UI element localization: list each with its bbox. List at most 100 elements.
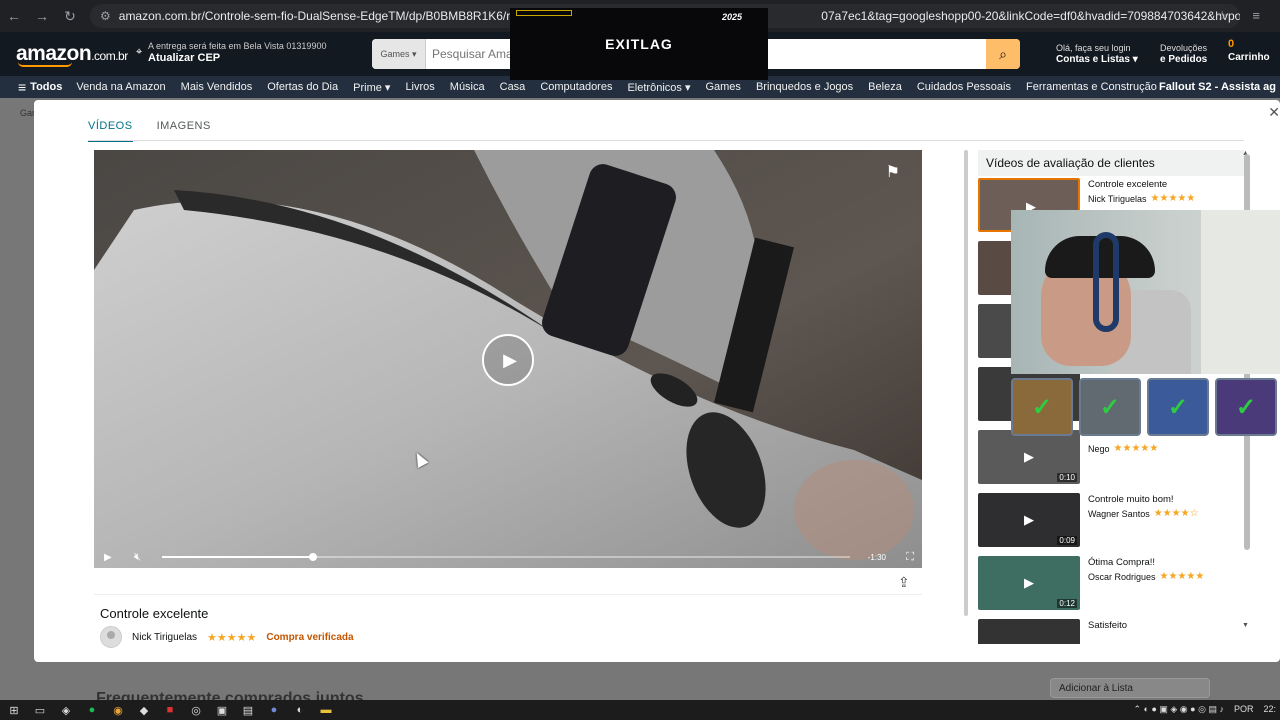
scroll-down-icon[interactable]: ▼ bbox=[1242, 622, 1249, 629]
tab-imagens[interactable]: IMAGENS bbox=[157, 120, 211, 142]
reload-icon[interactable]: ↻ bbox=[56, 0, 84, 32]
list-item[interactable]: Satisfeito bbox=[978, 619, 1244, 644]
language-indicator[interactable]: POR bbox=[1234, 704, 1254, 715]
player-controls: ▶ 🔇︎ -1:30 ⛶ bbox=[94, 546, 922, 568]
logo-tld: .com.br bbox=[91, 49, 128, 63]
play-pause-icon[interactable]: ▶ bbox=[104, 552, 112, 563]
list-item-author: Wagner Santos bbox=[1088, 509, 1150, 519]
check-icon: ✓ bbox=[1147, 378, 1209, 436]
clock[interactable]: 22: bbox=[1263, 704, 1276, 715]
nav-item-ferramentas[interactable]: Ferramentas e Construção bbox=[1026, 81, 1157, 93]
bookmark-star-icon[interactable]: ☆ bbox=[1216, 8, 1228, 24]
reviewer-name[interactable]: Nick Tiriguelas bbox=[132, 632, 197, 643]
location-pin-icon: ⌖ bbox=[136, 46, 143, 58]
site-info-icon[interactable]: ⚙ bbox=[100, 9, 111, 23]
nav-item-casa[interactable]: Casa bbox=[500, 81, 526, 93]
extensions-icon[interactable]: ≡ bbox=[1252, 8, 1260, 23]
video-player[interactable]: ⚑ ▶ ▶ 🔇︎ -1:30 ⛶ bbox=[94, 150, 922, 568]
cart-icon[interactable]: 0 Carrinho bbox=[1228, 38, 1270, 64]
account-lists[interactable]: Olá, faça seu login Contas e Listas ▾ bbox=[1056, 42, 1138, 66]
nav-item-cuidados[interactable]: Cuidados Pessoais bbox=[917, 81, 1011, 93]
video-thumbnail[interactable]: ▶ 0:09 bbox=[978, 493, 1080, 547]
windows-start-icon[interactable]: ⊞ bbox=[6, 702, 22, 718]
all-menu-label: Todos bbox=[30, 81, 63, 93]
windows-taskbar: ⊞ ▭ ◈ ● ◉ ◆ ■ ◎ ▣ ▤ ● ◐ ▬ ⌃ ◐ ● ▣ ◈ ◉ ● … bbox=[0, 700, 1280, 720]
video-thumbnail[interactable] bbox=[978, 619, 1080, 644]
nav-item-musica[interactable]: Música bbox=[450, 81, 485, 93]
account-line1: Olá, faça seu login bbox=[1056, 43, 1131, 53]
chrome-icon[interactable]: ◉ bbox=[110, 702, 126, 718]
nav-promo-link[interactable]: Fallout S2 - Assista ag bbox=[1159, 76, 1280, 98]
deliver-to[interactable]: ⌖ A entrega será feita em Bela Vista 013… bbox=[136, 40, 326, 64]
forward-icon[interactable]: → bbox=[28, 0, 56, 32]
hamburger-icon: ≡ bbox=[18, 79, 27, 95]
nav-item-prime[interactable]: Prime ▾ bbox=[353, 81, 390, 94]
list-item-meta: Ótima Compra!! Oscar Rodrigues ★★★★★ bbox=[1080, 556, 1204, 612]
nav-item-ofertas[interactable]: Ofertas do Dia bbox=[267, 81, 338, 93]
progress-knob[interactable] bbox=[309, 553, 318, 561]
video-thumbnail[interactable]: ▶ 0:10 bbox=[978, 430, 1080, 484]
nav-item-computadores[interactable]: Computadores bbox=[540, 81, 612, 93]
play-button[interactable]: ▶ bbox=[482, 334, 534, 386]
nav-item-eletronicos-label: Eletrônicos bbox=[627, 81, 682, 94]
search-category-select[interactable]: Games ▾ bbox=[372, 39, 426, 69]
nav-item-brinquedos[interactable]: Brinquedos e Jogos bbox=[756, 81, 853, 93]
share-icon[interactable]: ⇪ bbox=[898, 574, 910, 591]
discord-icon[interactable]: ● bbox=[266, 702, 282, 718]
orders-line1: Devoluções bbox=[1160, 43, 1208, 53]
spotify-icon[interactable]: ● bbox=[84, 702, 100, 718]
panel-scrollbar[interactable] bbox=[964, 150, 968, 616]
back-icon[interactable]: ← bbox=[0, 0, 28, 32]
folder-icon[interactable]: ▬ bbox=[318, 702, 334, 718]
nav-item-livros[interactable]: Livros bbox=[405, 81, 434, 93]
play-icon: ▶ bbox=[503, 349, 517, 370]
nav-item-eletronicos[interactable]: Eletrônicos ▾ bbox=[627, 81, 690, 94]
close-icon[interactable]: ✕ bbox=[1268, 104, 1280, 121]
tray-icons[interactable]: ⌃ ◐ ● ▣ ◈ ◉ ● ◎ ▤ ♪ bbox=[1133, 704, 1224, 715]
nav-item-venda[interactable]: Venda na Amazon bbox=[76, 81, 165, 93]
app-icon[interactable]: ■ bbox=[162, 702, 178, 718]
exitlag-overlay: 2025 EXITLAG bbox=[510, 8, 768, 80]
progress-track[interactable] bbox=[162, 553, 850, 561]
app-icon[interactable]: ◎ bbox=[188, 702, 204, 718]
video-duration: 0:10 bbox=[1057, 473, 1077, 482]
url-text: amazon.com.br/Controle-sem-fio-DualSense… bbox=[118, 9, 560, 23]
list-item-stars: ★★★★★ bbox=[1150, 193, 1196, 204]
returns-orders[interactable]: Devoluções e Pedidos bbox=[1160, 42, 1207, 66]
mute-icon[interactable]: 🔇︎ bbox=[134, 551, 141, 564]
all-menu-button[interactable]: ≡ Todos bbox=[0, 79, 76, 95]
list-item[interactable]: ▶ 0:09 Controle muito bom! Wagner Santos ★… bbox=[978, 493, 1244, 549]
report-flag-icon[interactable]: ⚑ bbox=[886, 162, 900, 182]
add-to-list-button[interactable]: Adicionar à Lista bbox=[1050, 678, 1210, 698]
check-icon: ✓ bbox=[1215, 378, 1277, 436]
video-duration: 0:12 bbox=[1057, 599, 1077, 608]
app-icon[interactable]: ▣ bbox=[214, 702, 230, 718]
tab-videos[interactable]: VÍDEOS bbox=[88, 120, 133, 142]
breadcrumb: Gar bbox=[20, 108, 36, 118]
tabs-divider bbox=[88, 140, 1244, 141]
search-icon: ⌕ bbox=[999, 45, 1007, 62]
search-button[interactable]: ⌕ bbox=[986, 39, 1020, 69]
app-icon[interactable]: ◆ bbox=[136, 702, 152, 718]
file-explorer-icon[interactable]: ▭ bbox=[32, 702, 48, 718]
app-icon[interactable]: ◈ bbox=[58, 702, 74, 718]
nav-item-games[interactable]: Games bbox=[705, 81, 740, 93]
nav-item-mais-vendidos[interactable]: Mais Vendidos bbox=[181, 81, 253, 93]
search-category-label: Games bbox=[380, 49, 410, 59]
overlay-bar bbox=[516, 10, 572, 16]
nav-item-beleza[interactable]: Beleza bbox=[868, 81, 902, 93]
url-text-tail: 07a7ec1&tag=googleshopp00-20&linkCode=df… bbox=[821, 9, 1240, 23]
deliver-line2: Atualizar CEP bbox=[148, 52, 221, 64]
system-tray: ⌃ ◐ ● ▣ ◈ ◉ ● ◎ ▤ ♪ POR 22: bbox=[1133, 704, 1276, 715]
check-icon: ✓ bbox=[1011, 378, 1073, 436]
verified-badge: Compra verificada bbox=[266, 631, 354, 643]
list-item-author: Oscar Rodrigues bbox=[1088, 572, 1156, 582]
video-thumbnail[interactable]: ▶ 0:12 bbox=[978, 556, 1080, 610]
nav-item-prime-label: Prime bbox=[353, 81, 382, 94]
app-icon[interactable]: ▤ bbox=[240, 702, 256, 718]
list-item[interactable]: ▶ 0:12 Ótima Compra!! Oscar Rodrigues ★★★★… bbox=[978, 556, 1244, 612]
app-icon[interactable]: ◐ bbox=[292, 702, 308, 718]
list-item[interactable]: ▶ 0:10 Nego ★★★★★ bbox=[978, 430, 1244, 486]
fullscreen-icon[interactable]: ⛶ bbox=[906, 551, 914, 564]
reviewer-row: Nick Tiriguelas ★★★★★ Compra verificada bbox=[100, 626, 354, 648]
